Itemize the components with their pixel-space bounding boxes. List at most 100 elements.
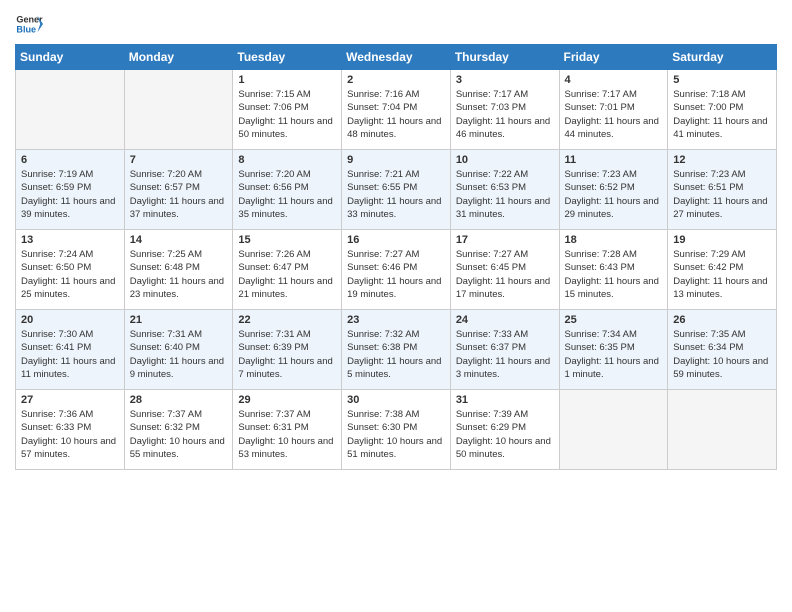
calendar-cell: 28Sunrise: 7:37 AM Sunset: 6:32 PM Dayli… <box>124 390 233 470</box>
calendar-cell: 27 Sunrise: 7:36 AM Sunset: 6:33 PM Dayli… <box>16 390 125 470</box>
day-info: Sunrise: 7:31 AM Sunset: 6:39 PM Dayligh… <box>238 328 336 381</box>
calendar-cell: 26 Sunrise: 7:35 AM Sunset: 6:34 PM Dayli… <box>668 310 777 390</box>
day-number: 27 <box>21 394 119 406</box>
day-number: 18 <box>565 234 663 246</box>
svg-text:Blue: Blue <box>16 24 36 34</box>
day-info: Sunrise: 7:38 AM Sunset: 6:30 PM Dayligh… <box>347 408 445 461</box>
day-info: Sunrise: 7:21 AM Sunset: 6:55 PM Dayligh… <box>347 168 445 221</box>
day-number: 31 <box>456 394 554 406</box>
calendar-cell: 5 Sunrise: 7:18 AM Sunset: 7:00 PM Daylig… <box>668 70 777 150</box>
calendar-cell: 10Sunrise: 7:22 AM Sunset: 6:53 PM Dayli… <box>450 150 559 230</box>
day-info: Sunrise: 7:19 AM Sunset: 6:59 PM Dayligh… <box>21 168 119 221</box>
day-info: Sunrise: 7:37 AM Sunset: 6:32 PM Dayligh… <box>130 408 228 461</box>
calendar-cell: 15 Sunrise: 7:26 AM Sunset: 6:47 PM Dayli… <box>233 230 342 310</box>
day-number: 30 <box>347 394 445 406</box>
day-info: Sunrise: 7:23 AM Sunset: 6:52 PM Dayligh… <box>565 168 663 221</box>
logo-icon: General Blue <box>15 10 43 38</box>
day-header-monday: Monday <box>124 45 233 70</box>
day-number: 7 <box>130 154 228 166</box>
day-info: Sunrise: 7:28 AM Sunset: 6:43 PM Dayligh… <box>565 248 663 301</box>
day-info: Sunrise: 7:37 AM Sunset: 6:31 PM Dayligh… <box>238 408 336 461</box>
calendar-cell: 21 Sunrise: 7:31 AM Sunset: 6:40 PM Dayli… <box>124 310 233 390</box>
calendar-cell: 11 Sunrise: 7:23 AM Sunset: 6:52 PM Dayli… <box>559 150 668 230</box>
calendar-cell: 8 Sunrise: 7:20 AM Sunset: 6:56 PM Daylig… <box>233 150 342 230</box>
day-number: 10 <box>456 154 554 166</box>
day-number: 5 <box>673 74 771 86</box>
day-header-friday: Friday <box>559 45 668 70</box>
calendar-cell: 18 Sunrise: 7:28 AM Sunset: 6:43 PM Dayli… <box>559 230 668 310</box>
calendar-cell <box>559 390 668 470</box>
day-number: 25 <box>565 314 663 326</box>
calendar-cell <box>668 390 777 470</box>
calendar-cell <box>124 70 233 150</box>
day-number: 20 <box>21 314 119 326</box>
day-number: 1 <box>238 74 336 86</box>
day-info: Sunrise: 7:26 AM Sunset: 6:47 PM Dayligh… <box>238 248 336 301</box>
day-info: Sunrise: 7:20 AM Sunset: 6:57 PM Dayligh… <box>130 168 228 221</box>
day-number: 22 <box>238 314 336 326</box>
calendar-cell: 24 Sunrise: 7:33 AM Sunset: 6:37 PM Dayli… <box>450 310 559 390</box>
day-header-sunday: Sunday <box>16 45 125 70</box>
calendar-cell: 23 Sunrise: 7:32 AM Sunset: 6:38 PM Dayli… <box>342 310 451 390</box>
day-info: Sunrise: 7:18 AM Sunset: 7:00 PM Dayligh… <box>673 88 771 141</box>
day-info: Sunrise: 7:20 AM Sunset: 6:56 PM Dayligh… <box>238 168 336 221</box>
day-number: 9 <box>347 154 445 166</box>
calendar-week-row: 13 Sunrise: 7:24 AM Sunset: 6:50 PM Dayli… <box>16 230 777 310</box>
day-info: Sunrise: 7:35 AM Sunset: 6:34 PM Dayligh… <box>673 328 771 381</box>
day-info: Sunrise: 7:16 AM Sunset: 7:04 PM Dayligh… <box>347 88 445 141</box>
day-info: Sunrise: 7:33 AM Sunset: 6:37 PM Dayligh… <box>456 328 554 381</box>
calendar-header-row: SundayMondayTuesdayWednesdayThursdayFrid… <box>16 45 777 70</box>
calendar-week-row: 20 Sunrise: 7:30 AM Sunset: 6:41 PM Dayli… <box>16 310 777 390</box>
day-number: 29 <box>238 394 336 406</box>
day-info: Sunrise: 7:34 AM Sunset: 6:35 PM Dayligh… <box>565 328 663 381</box>
day-info: Sunrise: 7:31 AM Sunset: 6:40 PM Dayligh… <box>130 328 228 381</box>
calendar-cell: 17 Sunrise: 7:27 AM Sunset: 6:45 PM Dayli… <box>450 230 559 310</box>
calendar-cell: 6 Sunrise: 7:19 AM Sunset: 6:59 PM Daylig… <box>16 150 125 230</box>
calendar-cell: 12Sunrise: 7:23 AM Sunset: 6:51 PM Dayli… <box>668 150 777 230</box>
calendar-week-row: 6 Sunrise: 7:19 AM Sunset: 6:59 PM Daylig… <box>16 150 777 230</box>
day-number: 6 <box>21 154 119 166</box>
day-header-thursday: Thursday <box>450 45 559 70</box>
calendar-cell: 4 Sunrise: 7:17 AM Sunset: 7:01 PM Daylig… <box>559 70 668 150</box>
day-info: Sunrise: 7:27 AM Sunset: 6:45 PM Dayligh… <box>456 248 554 301</box>
calendar-cell: 25 Sunrise: 7:34 AM Sunset: 6:35 PM Dayli… <box>559 310 668 390</box>
day-info: Sunrise: 7:27 AM Sunset: 6:46 PM Dayligh… <box>347 248 445 301</box>
calendar-cell: 31Sunrise: 7:39 AM Sunset: 6:29 PM Dayli… <box>450 390 559 470</box>
day-number: 14 <box>130 234 228 246</box>
day-number: 3 <box>456 74 554 86</box>
day-number: 23 <box>347 314 445 326</box>
day-info: Sunrise: 7:25 AM Sunset: 6:48 PM Dayligh… <box>130 248 228 301</box>
day-info: Sunrise: 7:24 AM Sunset: 6:50 PM Dayligh… <box>21 248 119 301</box>
day-number: 19 <box>673 234 771 246</box>
day-info: Sunrise: 7:32 AM Sunset: 6:38 PM Dayligh… <box>347 328 445 381</box>
calendar-cell: 20 Sunrise: 7:30 AM Sunset: 6:41 PM Dayli… <box>16 310 125 390</box>
calendar-week-row: 1 Sunrise: 7:15 AM Sunset: 7:06 PM Daylig… <box>16 70 777 150</box>
calendar-cell: 3 Sunrise: 7:17 AM Sunset: 7:03 PM Daylig… <box>450 70 559 150</box>
day-number: 24 <box>456 314 554 326</box>
day-header-wednesday: Wednesday <box>342 45 451 70</box>
calendar-cell <box>16 70 125 150</box>
day-number: 17 <box>456 234 554 246</box>
day-info: Sunrise: 7:17 AM Sunset: 7:03 PM Dayligh… <box>456 88 554 141</box>
day-info: Sunrise: 7:36 AM Sunset: 6:33 PM Dayligh… <box>21 408 119 461</box>
calendar-cell: 1 Sunrise: 7:15 AM Sunset: 7:06 PM Daylig… <box>233 70 342 150</box>
day-number: 26 <box>673 314 771 326</box>
day-info: Sunrise: 7:15 AM Sunset: 7:06 PM Dayligh… <box>238 88 336 141</box>
day-number: 4 <box>565 74 663 86</box>
day-number: 8 <box>238 154 336 166</box>
day-info: Sunrise: 7:17 AM Sunset: 7:01 PM Dayligh… <box>565 88 663 141</box>
day-header-tuesday: Tuesday <box>233 45 342 70</box>
day-number: 11 <box>565 154 663 166</box>
day-number: 15 <box>238 234 336 246</box>
page: General Blue SundayMondayTuesdayWednesda… <box>0 0 792 612</box>
day-number: 16 <box>347 234 445 246</box>
calendar-cell: 2Sunrise: 7:16 AM Sunset: 7:04 PM Daylig… <box>342 70 451 150</box>
day-info: Sunrise: 7:29 AM Sunset: 6:42 PM Dayligh… <box>673 248 771 301</box>
calendar-cell: 7 Sunrise: 7:20 AM Sunset: 6:57 PM Daylig… <box>124 150 233 230</box>
day-number: 21 <box>130 314 228 326</box>
day-info: Sunrise: 7:23 AM Sunset: 6:51 PM Dayligh… <box>673 168 771 221</box>
day-header-saturday: Saturday <box>668 45 777 70</box>
day-info: Sunrise: 7:30 AM Sunset: 6:41 PM Dayligh… <box>21 328 119 381</box>
day-number: 13 <box>21 234 119 246</box>
header: General Blue <box>15 10 777 38</box>
